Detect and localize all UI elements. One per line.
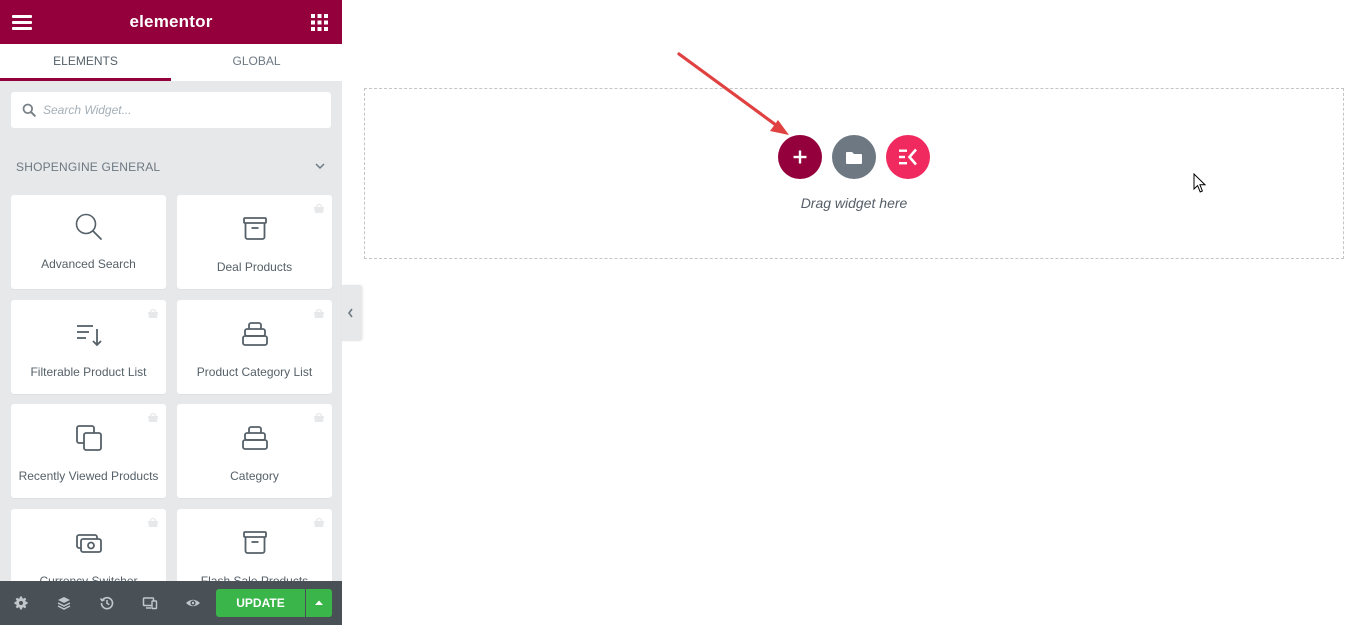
mouse-pointer-icon <box>1193 173 1207 193</box>
widget-card[interactable]: Category <box>177 404 332 498</box>
widget-card[interactable]: Deal Products <box>177 195 332 289</box>
annotation-arrow <box>677 52 789 135</box>
widgets-grid-icon[interactable] <box>311 14 328 31</box>
search-icon <box>22 103 36 117</box>
update-button[interactable]: UPDATE <box>216 589 305 617</box>
widget-card[interactable]: Advanced Search <box>11 195 166 289</box>
drag-widget-hint: Drag widget here <box>800 195 908 211</box>
panel-collapse-toggle[interactable] <box>342 285 362 341</box>
widget-label: Currency Switcher <box>39 574 138 581</box>
widget-grid: Advanced Search Deal Products Filterable P… <box>0 0 342 581</box>
sort-list-icon <box>77 325 102 347</box>
widget-card[interactable]: Filterable Product List <box>11 300 166 394</box>
widget-card[interactable]: Currency Switcher <box>11 509 166 581</box>
editor-panel: Advanced Search Deal Products Filterable P… <box>0 0 342 625</box>
archive-box-icon <box>243 217 267 240</box>
pro-lock-icon <box>314 308 324 318</box>
history-icon[interactable] <box>99 595 115 611</box>
pro-lock-icon <box>148 412 158 422</box>
pro-lock-icon <box>148 308 158 318</box>
widget-label: Category <box>230 469 279 483</box>
category-title: SHOPENGINE GENERAL <box>16 160 161 174</box>
menu-hamburger-icon[interactable] <box>12 14 32 30</box>
copy-squares-icon <box>76 425 102 451</box>
add-template-button[interactable] <box>832 135 876 179</box>
widget-label: Flash Sale Products <box>200 574 309 581</box>
chevron-down-icon <box>315 163 325 170</box>
archive-box-icon <box>243 531 267 554</box>
preview-eye-icon[interactable] <box>185 595 201 611</box>
stacked-box-icon <box>242 426 268 450</box>
widget-card[interactable]: Flash Sale Products <box>177 509 332 581</box>
currency-icon <box>76 534 102 553</box>
caret-up-icon <box>315 600 323 605</box>
settings-gear-icon[interactable] <box>13 595 29 611</box>
tab-elements[interactable]: ELEMENTS <box>0 44 171 81</box>
chevron-left-icon <box>348 308 353 318</box>
pro-lock-icon <box>314 203 324 213</box>
elementskit-logo-icon <box>899 148 917 166</box>
tab-global[interactable]: GLOBAL <box>171 44 342 81</box>
widget-label: Filterable Product List <box>30 365 147 379</box>
search-box <box>11 92 331 128</box>
pro-lock-icon <box>314 517 324 527</box>
widget-card[interactable]: Product Category List <box>177 300 332 394</box>
save-options-button[interactable] <box>306 589 332 617</box>
widget-label: Product Category List <box>196 365 313 379</box>
folder-icon <box>846 152 862 164</box>
panel-tabs: ELEMENTS GLOBAL <box>0 44 342 81</box>
navigator-layers-icon[interactable] <box>56 595 72 611</box>
search-input[interactable] <box>43 92 323 128</box>
responsive-mode-icon[interactable] <box>142 595 158 611</box>
magnifier-icon <box>75 213 102 240</box>
panel-header: elementor <box>0 0 342 44</box>
elementskit-templates-button[interactable] <box>886 135 930 179</box>
pro-lock-icon <box>314 412 324 422</box>
widget-label: Recently Viewed Products <box>18 469 159 483</box>
widget-label: Deal Products <box>216 260 293 274</box>
pro-lock-icon <box>148 517 158 527</box>
brand-logo: elementor <box>129 12 213 31</box>
widget-card[interactable]: Recently Viewed Products <box>11 404 166 498</box>
widget-label: Advanced Search <box>41 257 136 271</box>
category-header[interactable]: SHOPENGINE GENERAL <box>16 156 326 178</box>
stacked-box-icon <box>242 322 268 346</box>
